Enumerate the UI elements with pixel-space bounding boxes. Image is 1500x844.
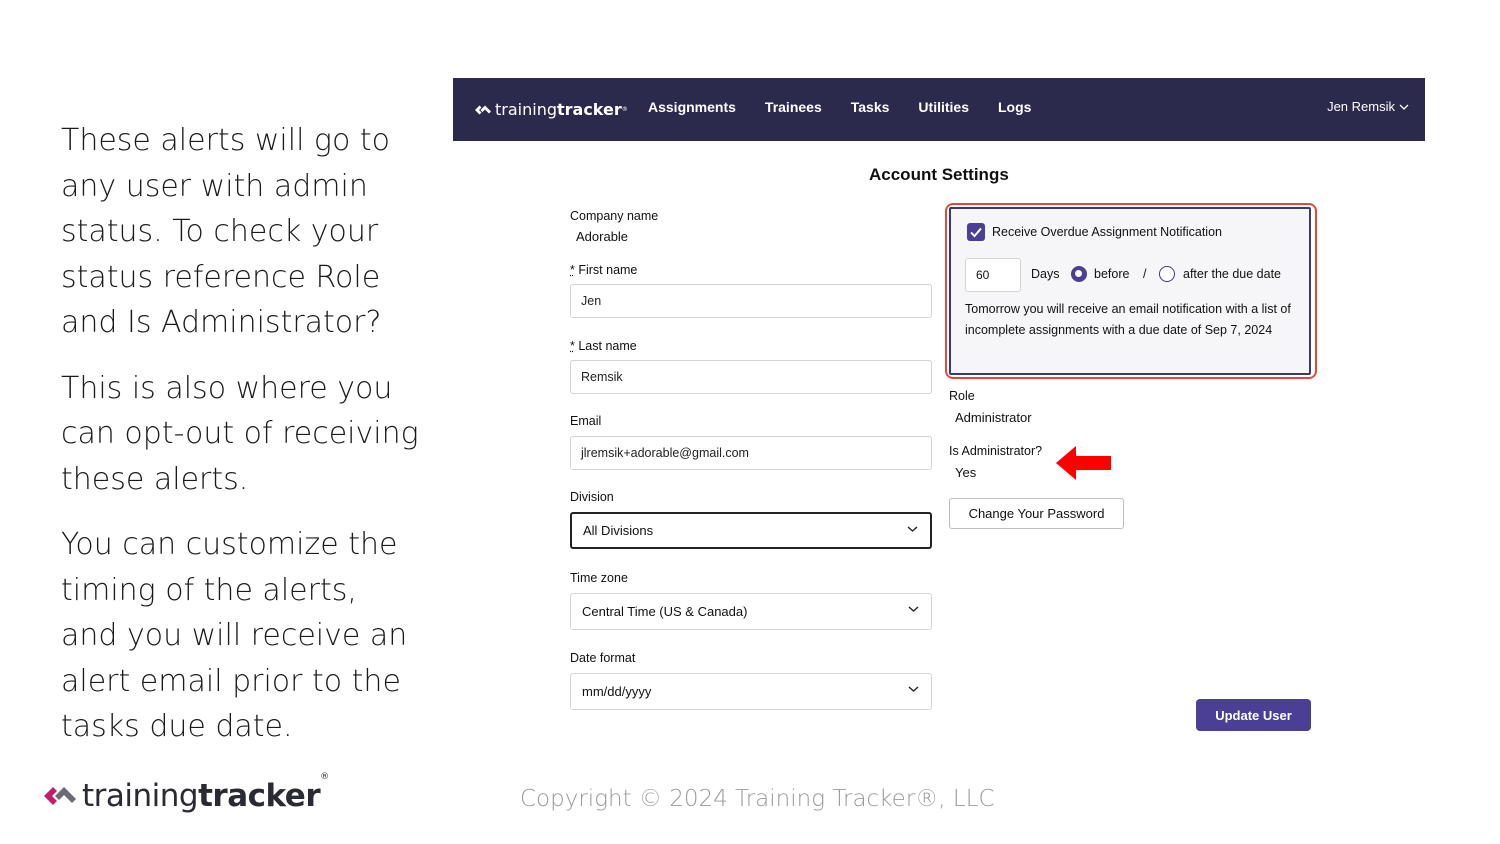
days-label: Days xyxy=(1031,267,1060,281)
brand-wordmark: trainingtracker® xyxy=(82,772,329,814)
nav-item-tasks[interactable]: Tasks xyxy=(851,99,890,115)
copyright-text: Copyright © 2024 Training Tracker®, LLC xyxy=(520,786,995,812)
overdue-notification-label: Receive Overdue Assignment Notification xyxy=(992,225,1222,239)
chevron-down-icon xyxy=(907,526,918,532)
overdue-notification-panel: Receive Overdue Assignment Notification … xyxy=(949,207,1311,375)
nav-item-utilities[interactable]: Utilities xyxy=(918,99,969,115)
separator-slash: / xyxy=(1143,267,1147,281)
division-label: Division xyxy=(570,490,614,504)
narrative-paragraph-1: These alerts will go to any user with ad… xyxy=(61,123,390,340)
chevron-down-icon xyxy=(908,686,919,692)
red-arrow-icon xyxy=(1056,446,1111,480)
first-name-input[interactable]: Jen xyxy=(570,284,932,318)
division-select[interactable]: All Divisions xyxy=(570,512,932,549)
days-input[interactable]: 60 xyxy=(965,258,1021,292)
last-name-input[interactable]: Remsik xyxy=(570,360,932,394)
user-name: Jen Remsik xyxy=(1327,99,1395,114)
email-input[interactable]: jlremsik+adorable@gmail.com xyxy=(570,436,932,470)
timezone-label: Time zone xyxy=(570,571,628,585)
is-admin-label: Is Administrator? xyxy=(949,444,1043,458)
before-label: before xyxy=(1094,267,1130,281)
nav-logo[interactable]: training tracker ® xyxy=(473,100,648,119)
narrative-paragraph-3: You can customize the timing of the aler… xyxy=(61,527,408,744)
date-format-select[interactable]: mm/dd/yyyy xyxy=(570,673,932,710)
before-radio[interactable] xyxy=(1071,266,1087,282)
nav-item-logs[interactable]: Logs xyxy=(998,99,1031,115)
last-name-label: * Last name xyxy=(570,339,637,353)
role-value: Administrator xyxy=(955,410,1032,425)
is-admin-value: Yes xyxy=(955,465,977,480)
app-screenshot: training tracker ® Assignments Trainees Ta… xyxy=(453,78,1425,738)
division-selected-value: All Divisions xyxy=(583,523,654,538)
top-navbar: training tracker ® Assignments Trainees Ta… xyxy=(453,78,1425,141)
email-label: Email xyxy=(570,414,602,428)
nav-menu: Assignments Trainees Tasks Utilities Log… xyxy=(648,99,1060,118)
nav-item-trainees[interactable]: Trainees xyxy=(765,99,822,115)
narrative-text: These alerts will go to any user with ad… xyxy=(61,118,421,770)
timezone-select[interactable]: Central Time (US & Canada) xyxy=(570,593,932,630)
logo-mark-icon xyxy=(475,105,491,114)
after-radio[interactable] xyxy=(1159,266,1175,282)
nav-item-assignments[interactable]: Assignments xyxy=(648,99,736,115)
brand-logo: trainingtracker® xyxy=(42,772,329,814)
date-format-selected-value: mm/dd/yyyy xyxy=(582,684,652,699)
update-user-button[interactable]: Update User xyxy=(1196,699,1311,731)
role-label: Role xyxy=(949,389,975,403)
logo-mark-icon xyxy=(44,787,76,805)
company-name-label: Company name xyxy=(570,209,659,223)
checkmark-icon xyxy=(970,227,982,238)
page-title: Account Settings xyxy=(869,165,1009,184)
user-menu[interactable]: Jen Remsik xyxy=(1327,99,1409,114)
overdue-notification-checkbox[interactable] xyxy=(967,223,985,241)
after-label: after the due date xyxy=(1183,267,1281,281)
first-name-label: * First name xyxy=(570,263,638,277)
company-name-value: Adorable xyxy=(576,229,629,244)
chevron-down-icon xyxy=(1399,104,1409,110)
chevron-down-icon xyxy=(908,606,919,612)
notification-message: Tomorrow you will receive an email notif… xyxy=(965,302,1291,337)
date-format-label: Date format xyxy=(570,651,636,665)
change-password-button[interactable]: Change Your Password xyxy=(949,498,1124,529)
narrative-paragraph-2: This is also where you can opt-out of re… xyxy=(61,370,419,497)
timezone-selected-value: Central Time (US & Canada) xyxy=(582,604,748,619)
